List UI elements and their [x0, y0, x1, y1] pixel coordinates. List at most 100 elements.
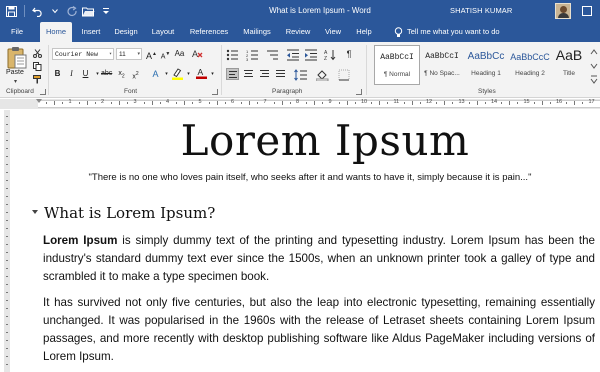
cut-icon[interactable] — [32, 48, 42, 58]
increase-indent-icon[interactable] — [304, 48, 318, 61]
highlight-icon[interactable] — [172, 68, 183, 80]
italic-icon[interactable]: I — [66, 68, 77, 80]
sort-icon[interactable]: AZ — [324, 48, 338, 62]
font-color-icon[interactable]: A — [196, 67, 207, 79]
shrink-font-icon[interactable]: A▼ — [160, 48, 171, 60]
horizontal-ruler[interactable]: 1 2 3 4 5 6 7 8 9 10 11 12 13 14 15 16 17 — [0, 99, 600, 109]
style-title[interactable]: AaB Title — [550, 45, 588, 85]
ruler-number: 13 — [458, 99, 465, 105]
document-title[interactable]: Lorem Ipsum — [60, 116, 590, 165]
text-effects-dropdown-icon[interactable]: ▾ — [161, 68, 172, 80]
vertical-ruler-tick — [6, 148, 8, 149]
strikethrough-icon[interactable]: abc — [101, 68, 112, 80]
ruler-number: 10 — [361, 99, 368, 105]
bold-icon[interactable]: B — [52, 68, 63, 80]
paste-button[interactable]: Paste — [6, 69, 24, 76]
font-family-select[interactable]: Courier New ▾ — [52, 48, 114, 60]
ruler-tick — [62, 102, 64, 104]
style-no-spacing[interactable]: AaBbCcI ¶ No Spac... — [419, 45, 465, 85]
ruler-tick — [354, 102, 356, 104]
copy-icon[interactable] — [32, 61, 42, 71]
paste-dropdown-icon[interactable]: ▾ — [14, 78, 17, 85]
tab-file[interactable]: File — [4, 22, 30, 42]
tab-help[interactable]: Help — [352, 22, 376, 42]
tab-home[interactable]: Home — [40, 22, 72, 42]
justify-icon[interactable] — [274, 68, 287, 80]
first-line-indent-marker[interactable] — [36, 99, 42, 103]
font-color-dropdown-icon[interactable]: ▾ — [207, 68, 218, 80]
superscript-icon[interactable]: x2 — [130, 68, 141, 80]
paragraph-1[interactable]: Lorem Ipsum is simply dummy text of the … — [43, 232, 595, 286]
document-page[interactable]: Lorem Ipsum "There is no one who loves p… — [0, 110, 600, 372]
ruler-tick — [582, 102, 584, 104]
document-quote[interactable]: "There is no one who loves pain itself, … — [40, 172, 580, 183]
vertical-ruler-tick — [6, 172, 8, 173]
vertical-ruler-tick — [6, 284, 8, 285]
line-spacing-icon[interactable] — [294, 68, 308, 81]
tab-design[interactable]: Design — [110, 22, 142, 42]
vertical-ruler-tick — [6, 204, 8, 205]
ruler-tick — [541, 101, 543, 105]
avatar[interactable] — [555, 3, 571, 19]
underline-icon[interactable]: U — [80, 68, 91, 80]
ruler-number: 5 — [198, 99, 202, 105]
ruler-tick — [127, 102, 129, 104]
clipboard-group-label: Clipboard — [6, 88, 34, 95]
vertical-ruler-tick — [6, 324, 8, 325]
paragraph-1-text: is simply dummy text of the printing and… — [43, 234, 595, 283]
style-heading-1[interactable]: AaBbCc Heading 1 — [463, 45, 509, 85]
align-left-icon[interactable] — [226, 68, 239, 80]
paragraph-launcher-icon[interactable] — [356, 89, 362, 95]
vertical-ruler-tick — [6, 348, 8, 349]
tab-mailings[interactable]: Mailings — [238, 22, 276, 42]
decrease-indent-icon[interactable] — [286, 48, 300, 61]
style-normal[interactable]: AaBbCcI ¶ Normal — [374, 45, 420, 85]
tell-me-search[interactable]: Tell me what you want to do — [394, 22, 500, 42]
ruler-tick — [119, 101, 121, 105]
font-launcher-icon[interactable] — [212, 89, 218, 95]
ruler-tick — [468, 102, 470, 104]
bullets-icon[interactable] — [226, 48, 240, 61]
tab-view[interactable]: View — [320, 22, 346, 42]
vertical-ruler-tick — [6, 180, 8, 181]
styles-scroll[interactable] — [590, 46, 598, 86]
vertical-ruler[interactable] — [4, 110, 10, 372]
align-right-icon[interactable] — [258, 68, 271, 80]
font-size-select[interactable]: 11 ▾ — [116, 48, 142, 60]
tell-me-text: Tell me what you want to do — [407, 27, 500, 36]
style-heading-2[interactable]: AaBbCcC Heading 2 — [507, 45, 553, 85]
borders-icon[interactable] — [338, 68, 352, 81]
ruler-number: 6 — [231, 99, 235, 105]
ruler-number: 16 — [556, 99, 563, 105]
paragraph-2[interactable]: It has survived not only five centuries,… — [43, 294, 595, 366]
change-case-icon[interactable]: Aa — [174, 48, 185, 60]
subscript-icon[interactable]: x2 — [116, 68, 127, 80]
numbering-icon[interactable]: 123 — [246, 48, 260, 62]
multilevel-list-icon[interactable] — [266, 48, 280, 60]
clear-formatting-icon[interactable]: A — [192, 48, 203, 60]
restore-icon[interactable] — [582, 6, 592, 16]
shading-icon[interactable] — [315, 68, 330, 82]
highlight-dropdown-icon[interactable]: ▾ — [183, 68, 194, 80]
tab-layout[interactable]: Layout — [146, 22, 180, 42]
text-effects-icon[interactable]: A — [150, 68, 161, 80]
clipboard-launcher-icon[interactable] — [40, 89, 46, 95]
ruler-tick — [111, 102, 113, 104]
vertical-ruler-tick — [6, 244, 8, 245]
format-painter-icon[interactable] — [32, 74, 42, 84]
tab-insert[interactable]: Insert — [76, 22, 106, 42]
document-heading[interactable]: What is Lorem Ipsum? — [44, 204, 215, 222]
show-formatting-icon[interactable]: ¶ — [342, 48, 356, 60]
align-center-icon[interactable] — [242, 68, 255, 80]
collapse-heading-icon[interactable] — [32, 210, 38, 214]
paste-icon[interactable] — [6, 46, 28, 70]
grow-font-icon[interactable]: A▲ — [146, 48, 157, 61]
vertical-ruler-tick — [6, 228, 8, 229]
ribbon: Paste ▾ Clipboard Courier New ▾ 11 ▾ A▲ A▼… — [0, 42, 600, 98]
tab-references[interactable]: References — [186, 22, 232, 42]
vertical-ruler-tick — [6, 140, 8, 141]
ruler-tick — [566, 102, 568, 104]
ruler-tick — [322, 102, 324, 104]
tab-review[interactable]: Review — [282, 22, 314, 42]
user-name[interactable]: SHATISH KUMAR — [450, 6, 512, 15]
